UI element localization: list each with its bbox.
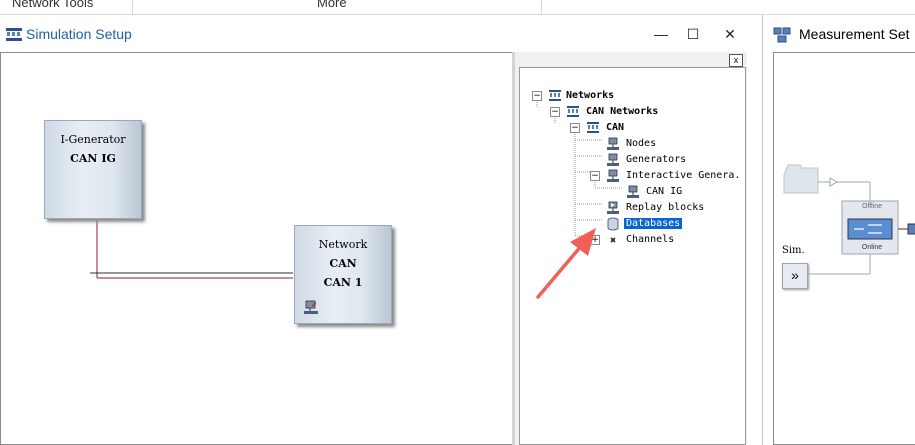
tree-close-button[interactable]: x xyxy=(729,54,743,67)
tree-item-generators[interactable]: Generators xyxy=(626,152,686,168)
network-icon xyxy=(6,28,22,41)
block-label: CAN IG xyxy=(70,152,116,165)
measurement-icon xyxy=(773,27,791,43)
selected-label: Databases xyxy=(624,218,683,229)
collapse-toggle[interactable]: − xyxy=(532,91,542,101)
nodes-icon xyxy=(607,137,619,150)
tree-item-databases[interactable]: Databases xyxy=(624,216,683,232)
tree-item-can[interactable]: CAN xyxy=(606,120,624,136)
simulation-setup-window: Simulation Setup — ☐ ✕ I-Generator CAN I… xyxy=(0,15,763,445)
tree-item-interactive-generators[interactable]: Interactive Genera. xyxy=(626,168,740,184)
window-title: Simulation Setup xyxy=(26,26,132,42)
network-tools-label[interactable]: Network Tools xyxy=(12,0,93,10)
divider xyxy=(132,0,133,14)
block-label: I-Generator xyxy=(60,133,126,146)
minimize-button[interactable]: — xyxy=(650,24,672,44)
interactive-generator-icon xyxy=(607,169,619,182)
replay-blocks-icon xyxy=(607,201,619,214)
block-label: Network xyxy=(318,238,368,251)
offline-label: Offline xyxy=(861,203,883,210)
more-label[interactable]: More xyxy=(317,0,347,10)
sim-button[interactable]: » xyxy=(782,263,808,289)
generators-icon xyxy=(607,153,619,166)
annotation-arrow xyxy=(536,228,596,299)
block-label: CAN 1 xyxy=(323,276,363,289)
tree-item-replay-blocks[interactable]: Replay blocks xyxy=(626,200,704,216)
divider xyxy=(541,0,542,14)
can-bus-icon xyxy=(587,122,599,133)
tree-item-nodes[interactable]: Nodes xyxy=(626,136,656,152)
collapse-toggle[interactable]: − xyxy=(570,123,580,133)
can-networks-icon xyxy=(567,106,579,117)
tree-item-can-networks[interactable]: CAN Networks xyxy=(586,104,658,120)
online-label[interactable]: Online xyxy=(850,244,894,251)
top-menu-strip: Network Tools More xyxy=(0,0,915,15)
tree-item-channels[interactable]: Channels xyxy=(626,232,674,248)
maximize-button[interactable]: ☐ xyxy=(682,24,704,44)
tree-item-can-ig[interactable]: CAN IG xyxy=(646,184,682,200)
network-block[interactable]: Network CAN CAN 1 xyxy=(294,225,392,324)
collapse-toggle[interactable]: − xyxy=(550,107,560,117)
block-label: CAN xyxy=(329,257,357,270)
measurement-setup-window: Measurement Set Offline Online Sim. » xyxy=(763,15,915,445)
simulation-canvas[interactable]: I-Generator CAN IG Network CAN CAN 1 xyxy=(0,52,512,445)
close-button[interactable]: ✕ xyxy=(719,24,741,44)
generator-block[interactable]: I-Generator CAN IG xyxy=(44,120,142,219)
network-node-icon xyxy=(304,300,318,314)
networks-icon xyxy=(549,90,561,101)
window-titlebar: Simulation Setup — ☐ ✕ xyxy=(0,15,762,53)
bus-wires xyxy=(90,205,293,279)
can-ig-icon xyxy=(627,185,639,198)
measurement-window-title: Measurement Set xyxy=(799,26,910,42)
tree-item-networks[interactable]: Networks xyxy=(566,88,614,104)
collapse-toggle[interactable]: − xyxy=(590,171,600,181)
sim-label: Sim. xyxy=(782,245,805,256)
measurement-canvas[interactable]: Offline Online Sim. » xyxy=(773,52,915,445)
